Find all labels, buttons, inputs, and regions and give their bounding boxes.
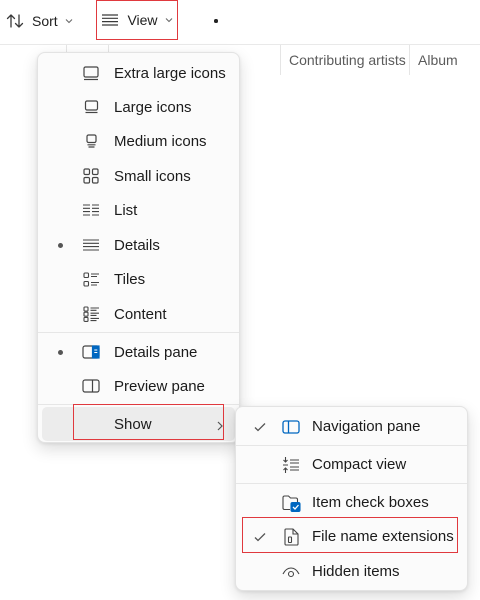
chevron-down-icon xyxy=(165,17,173,23)
menu-item-details-pane[interactable]: Details pane xyxy=(38,335,239,369)
menu-item-label: Extra large icons xyxy=(114,64,226,82)
view-lines-icon xyxy=(101,13,119,27)
sort-label: Sort xyxy=(32,13,58,29)
menu-item-label: Medium icons xyxy=(114,132,207,150)
preview-pane-icon xyxy=(82,378,100,394)
menu-item-label: Preview pane xyxy=(114,377,205,395)
menu-item-label: Content xyxy=(114,305,167,323)
content-icon xyxy=(82,306,100,322)
sort-arrows-icon xyxy=(6,13,24,29)
menu-item-tiles[interactable]: Tiles xyxy=(38,262,239,296)
menu-item-label: Navigation pane xyxy=(312,418,421,435)
sort-button[interactable]: Sort xyxy=(6,6,73,36)
menu-item-label: Details pane xyxy=(114,343,198,361)
menu-item-large-icons[interactable]: Large icons xyxy=(38,90,239,124)
highlight-box-file-name-extensions xyxy=(242,517,458,553)
menu-item-details[interactable]: Details xyxy=(38,228,239,262)
view-label: View xyxy=(127,12,158,28)
view-menu: Extra large icons Large icons Medium ico… xyxy=(37,52,240,443)
menu-item-content[interactable]: Content xyxy=(38,297,239,331)
show-submenu: Navigation pane Compact view Item check … xyxy=(235,406,468,591)
selected-bullet-icon xyxy=(58,350,63,355)
navigation-pane-icon xyxy=(281,418,301,436)
menu-item-preview-pane[interactable]: Preview pane xyxy=(38,369,239,403)
menu-divider xyxy=(236,445,467,446)
menu-item-label: Hidden items xyxy=(312,563,400,580)
menu-item-compact-view[interactable]: Compact view xyxy=(236,448,467,482)
details-pane-icon xyxy=(82,344,100,360)
menu-item-hidden-items[interactable]: Hidden items xyxy=(236,555,467,589)
highlight-box-show xyxy=(73,404,224,440)
more-options-button[interactable] xyxy=(201,6,231,36)
compact-view-icon xyxy=(281,456,301,474)
menu-item-navigation-pane[interactable]: Navigation pane xyxy=(236,410,467,444)
menu-item-item-check-boxes[interactable]: Item check boxes xyxy=(236,486,467,520)
menu-item-extra-large-icons[interactable]: Extra large icons xyxy=(38,56,239,90)
large-icons-icon xyxy=(82,99,100,115)
item-check-boxes-icon xyxy=(281,494,301,512)
details-icon xyxy=(82,237,100,253)
list-icon xyxy=(82,202,100,218)
chevron-down-icon xyxy=(65,18,73,24)
menu-item-label: Small icons xyxy=(114,167,191,185)
menu-divider xyxy=(236,483,467,484)
extra-large-icons-icon xyxy=(82,65,100,81)
tiles-icon xyxy=(82,271,100,287)
column-header-album[interactable]: Album xyxy=(409,45,480,75)
command-bar: Sort View xyxy=(0,0,480,44)
menu-item-small-icons[interactable]: Small icons xyxy=(38,159,239,193)
medium-icons-icon xyxy=(82,133,100,149)
more-dots-icon xyxy=(214,19,218,23)
checkmark-icon xyxy=(254,419,266,436)
menu-divider xyxy=(38,332,239,333)
view-button[interactable]: View xyxy=(96,0,178,40)
menu-item-list[interactable]: List xyxy=(38,193,239,227)
selected-bullet-icon xyxy=(58,243,63,248)
menu-item-label: Details xyxy=(114,236,160,254)
small-icons-icon xyxy=(82,168,100,184)
hidden-items-icon xyxy=(281,563,301,581)
column-header-contributing-artists[interactable]: Contributing artists xyxy=(280,45,409,75)
menu-item-label: List xyxy=(114,201,138,219)
menu-item-label: Large icons xyxy=(114,98,192,116)
menu-item-label: Compact view xyxy=(312,456,407,473)
menu-item-label: Tiles xyxy=(114,270,146,288)
menu-item-medium-icons[interactable]: Medium icons xyxy=(38,124,239,158)
menu-item-label: Item check boxes xyxy=(312,494,429,511)
